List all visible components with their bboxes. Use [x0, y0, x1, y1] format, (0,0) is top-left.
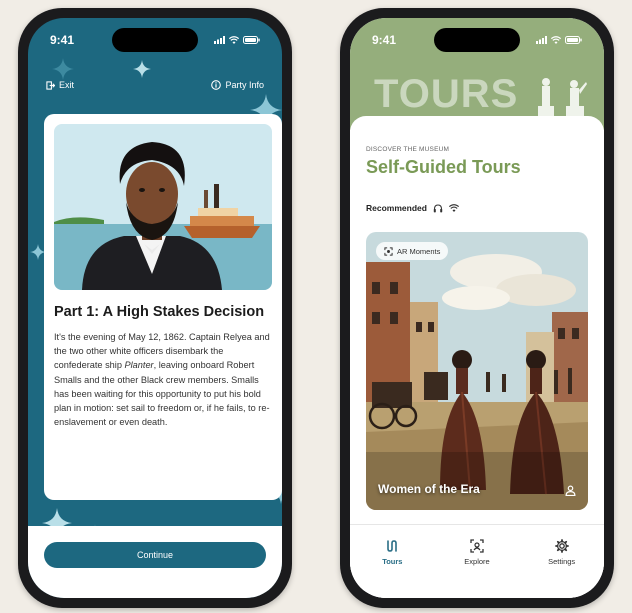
left-phone: 9:41 Exit Party Info Part 1: A High Stak… [18, 8, 292, 608]
gear-icon [554, 539, 569, 553]
sparkle-icon [52, 58, 74, 80]
tab-explore[interactable]: Explore [447, 539, 507, 566]
headphones-icon [433, 203, 443, 212]
battery-icon [243, 36, 260, 44]
hero-word: TOURS [374, 72, 519, 116]
tours-icon [387, 540, 398, 552]
recommended-row: Recommended [366, 203, 459, 213]
sparkle-icon [133, 60, 151, 78]
tab-tours-label: Tours [382, 557, 403, 566]
story-card: Part 1: A High Stakes Decision It's the … [44, 114, 282, 500]
story-ship-name: Planter [124, 360, 154, 371]
tours-screen: TOURS 9:41 DISCOVER THE MUSEUM Self-Guid… [350, 18, 604, 598]
signal-icon [536, 36, 547, 44]
story-body: It's the evening of May 12, 1862. Captai… [54, 330, 272, 429]
tab-bar: Tours Explore Settings [350, 524, 604, 598]
exit-button[interactable]: Exit [46, 80, 74, 90]
continue-button[interactable]: Continue [44, 542, 266, 568]
recommended-label: Recommended [366, 203, 427, 213]
page-title: Self-Guided Tours [366, 157, 521, 177]
explore-icon [470, 539, 484, 553]
story-topbar: Exit Party Info [46, 80, 264, 90]
exit-icon [46, 80, 55, 90]
ar-moments-badge: AR Moments [376, 242, 449, 260]
right-phone: TOURS 9:41 DISCOVER THE MUSEUM Self-Guid… [340, 8, 614, 608]
battery-icon [565, 36, 582, 44]
wifi-icon [448, 204, 459, 212]
robert-smalls-illustration [54, 124, 272, 290]
tab-tours[interactable]: Tours [362, 539, 422, 566]
party-info-label: Party Info [225, 80, 264, 90]
tab-settings[interactable]: Settings [532, 539, 592, 566]
tab-explore-label: Explore [464, 557, 490, 566]
wifi-icon [551, 36, 561, 44]
story-title: Part 1: A High Stakes Decision [54, 304, 265, 320]
story-body-end: , leaving onboard Robert Smalls and the … [54, 360, 270, 428]
women-of-the-era-illustration [366, 232, 588, 510]
status-time: 9:41 [372, 33, 397, 47]
status-time: 9:41 [50, 33, 75, 47]
party-info-button[interactable]: Party Info [211, 80, 264, 90]
wifi-icon [229, 36, 239, 44]
eyebrow-text: DISCOVER THE MUSEUM [366, 146, 450, 153]
tour-title: Women of the Era [378, 482, 480, 496]
story-screen: 9:41 Exit Party Info Part 1: A High Stak… [28, 18, 282, 598]
status-bar: 9:41 [350, 32, 604, 48]
story-footer: Continue [28, 526, 282, 598]
signal-icon [214, 36, 225, 44]
exit-label: Exit [59, 80, 75, 90]
info-icon [211, 80, 222, 90]
ar-scan-icon [384, 246, 393, 256]
status-bar: 9:41 [28, 32, 282, 48]
person-icon [565, 485, 576, 496]
tour-card[interactable]: AR Moments Women of the Era [366, 232, 588, 510]
tab-settings-label: Settings [548, 557, 576, 566]
ar-moments-label: AR Moments [397, 246, 441, 256]
